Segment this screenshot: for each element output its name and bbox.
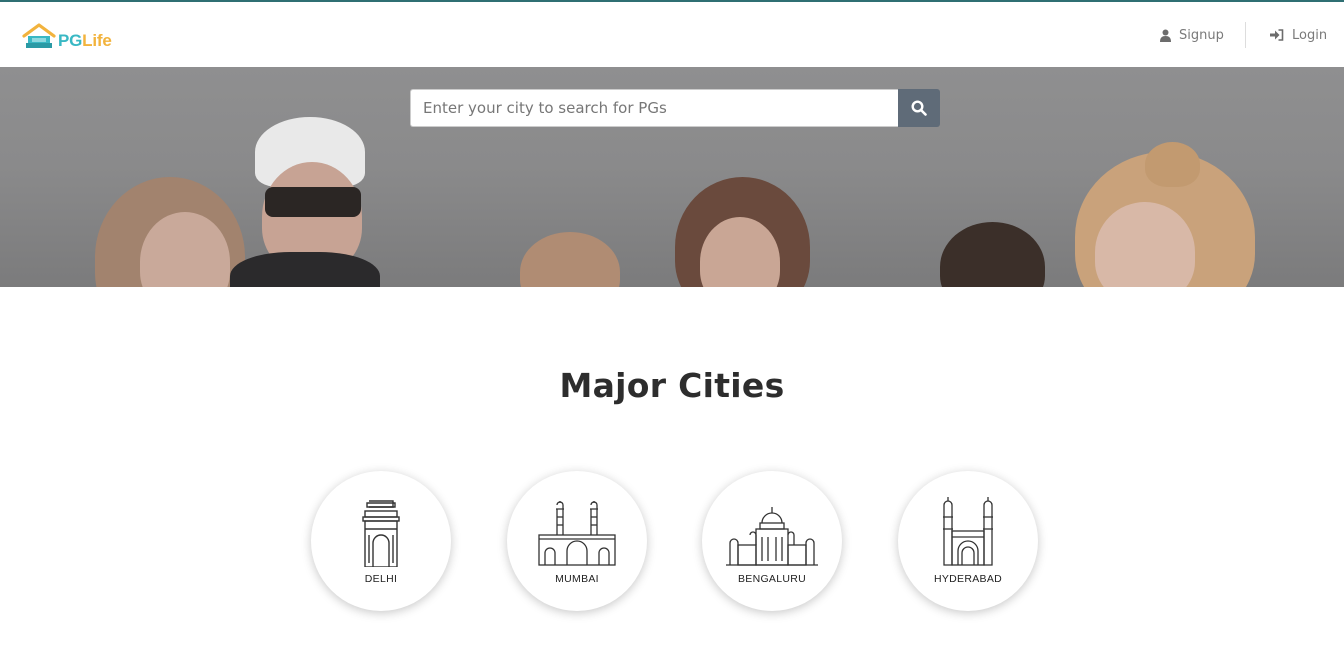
city-label: BENGALURU (737, 573, 807, 585)
city-card-hyderabad[interactable]: HYDERABAD (898, 471, 1038, 611)
login-label: Login (1292, 27, 1328, 43)
major-cities-heading: Major Cities (559, 366, 785, 405)
login-link[interactable]: Login (1270, 24, 1327, 46)
navbar: PGLife Signup Login (0, 2, 1344, 67)
search-button[interactable] (898, 89, 940, 127)
brand-name: PGLife (58, 31, 112, 51)
city-label: MUMBAI (555, 573, 599, 585)
house-logo-icon (22, 23, 56, 48)
gateway-of-india-icon (538, 501, 616, 566)
city-card-bengaluru[interactable]: BENGALURU (702, 471, 842, 611)
brand-life: Life (82, 31, 112, 50)
user-icon (1160, 29, 1171, 42)
signup-label: Signup (1179, 27, 1224, 43)
city-label: DELHI (364, 573, 398, 585)
search-icon (911, 100, 927, 116)
brand-logo[interactable]: PGLife (22, 22, 112, 52)
signup-link[interactable]: Signup (1160, 24, 1224, 46)
city-label: HYDERABAD (933, 573, 1003, 585)
india-gate-icon (362, 500, 400, 567)
search-bar (410, 89, 940, 127)
city-search-input[interactable] (410, 89, 898, 127)
charminar-icon (943, 497, 993, 566)
city-card-delhi[interactable]: DELHI (311, 471, 451, 611)
hero-banner (0, 67, 1344, 287)
sign-in-icon (1270, 29, 1284, 41)
vidhana-soudha-icon (726, 507, 818, 566)
city-card-mumbai[interactable]: MUMBAI (507, 471, 647, 611)
brand-pg: PG (58, 31, 83, 50)
nav-divider (1245, 22, 1246, 48)
